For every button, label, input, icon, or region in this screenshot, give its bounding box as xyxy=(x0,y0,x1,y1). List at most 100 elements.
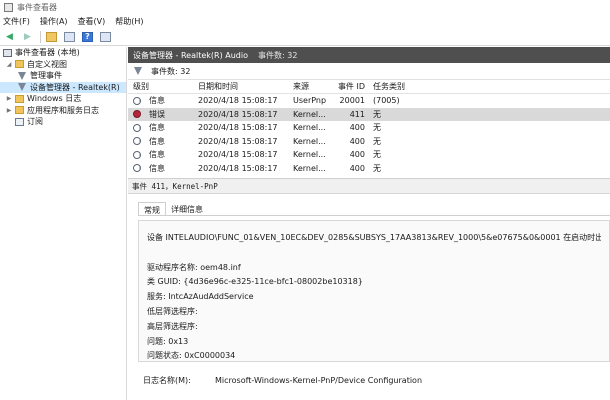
info-icon: i xyxy=(133,150,141,159)
folder-icon xyxy=(15,106,24,115)
event-viewer-icon xyxy=(3,48,12,57)
row-task: 无 xyxy=(373,109,381,119)
tree-item-label: 设备管理器 - Realtek(R) xyxy=(30,82,120,92)
main-header: 设备管理器 - Realtek(R) Audio 事件数: 32 xyxy=(128,47,610,63)
tree-item-subscriptions[interactable]: 订阅 xyxy=(0,116,126,128)
row-level: 错误 xyxy=(149,109,165,119)
row-datetime: 2020/4/18 15:08:17 xyxy=(198,150,278,160)
row-datetime: 2020/4/18 15:08:17 xyxy=(198,136,278,146)
tab-general[interactable]: 常规 xyxy=(138,202,166,216)
tree-item-label: 自定义视图 xyxy=(27,59,67,69)
row-task: 无 xyxy=(373,163,381,173)
row-datetime: 2020/4/18 15:08:17 xyxy=(198,123,278,133)
folder-icon xyxy=(15,60,24,69)
tree-item-label: 管理事件 xyxy=(30,71,62,81)
table-header: 级别 日期和时间 来源 事件 ID 任务类别 xyxy=(128,80,610,94)
tree-item-label: 订阅 xyxy=(27,117,43,127)
desc-line: 高层筛选程序: xyxy=(147,321,198,331)
desc-line: 类 GUID: {4d36e96c-e325-11ce-bfc1-08002be… xyxy=(147,277,363,287)
table-row[interactable]: ! 错误 2020/4/18 15:08:17 Kernel... 411 无 xyxy=(128,107,610,121)
error-icon: ! xyxy=(133,110,141,119)
title-bar: 事件查看器 xyxy=(0,0,610,14)
row-datetime: 2020/4/18 15:08:17 xyxy=(198,96,278,106)
forward-arrow-icon[interactable]: ▶ xyxy=(21,30,34,43)
desc-line xyxy=(147,246,601,261)
menu-action[interactable]: 操作(A) xyxy=(40,16,68,27)
event-detail-header: 事件 411，Kernel-PnP xyxy=(128,179,610,194)
row-task: 无 xyxy=(373,123,381,133)
col-level[interactable]: 级别 xyxy=(128,81,193,92)
row-source: Kernel... xyxy=(293,163,326,173)
tree-root[interactable]: 事件查看器 (本地) xyxy=(0,47,126,59)
filter-icon xyxy=(18,83,26,92)
tab-details[interactable]: 详细信息 xyxy=(166,202,208,216)
row-level: 信息 xyxy=(149,150,165,160)
row-task: 无 xyxy=(373,136,381,146)
subscription-icon xyxy=(15,117,24,126)
row-event-id: 400 xyxy=(349,150,365,160)
expand-arrow-icon[interactable]: ◢ xyxy=(5,61,13,68)
menu-bar: 文件(F) 操作(A) 查看(V) 帮助(H) xyxy=(0,14,610,28)
row-datetime: 2020/4/18 15:08:17 xyxy=(198,163,278,173)
row-source: Kernel... xyxy=(293,150,326,160)
info-icon: i xyxy=(133,123,141,132)
toolbar-separator xyxy=(40,30,41,43)
tree-root-label: 事件查看器 (本地) xyxy=(15,48,80,58)
row-event-id: 411 xyxy=(349,109,365,119)
table-row[interactable]: i 信息 2020/4/18 15:08:17 UserPnp 20001 (70… xyxy=(128,94,610,108)
back-arrow-icon[interactable]: ◀ xyxy=(3,30,16,43)
filter-bar: 事件数: 32 xyxy=(128,63,610,80)
detail-tabs: 常规 详细信息 xyxy=(138,201,208,216)
row-event-id: 400 xyxy=(349,123,365,133)
filter-icon[interactable] xyxy=(134,67,142,75)
event-count: 事件数: 32 xyxy=(258,50,298,60)
row-level: 信息 xyxy=(149,96,165,106)
table-row[interactable]: i 信息 2020/4/18 15:08:17 Kernel... 400 无 xyxy=(128,135,610,149)
tree-item-windows-logs[interactable]: ▶ Windows 日志 xyxy=(0,93,126,105)
row-event-id: 20001 xyxy=(339,96,365,106)
col-datetime[interactable]: 日期和时间 xyxy=(193,81,288,92)
info-icon: i xyxy=(133,96,141,105)
desc-line: 服务: IntcAzAudAddService xyxy=(147,292,254,302)
tree-item-device-manager-realtek[interactable]: 设备管理器 - Realtek(R) xyxy=(0,81,126,93)
event-description[interactable]: 设备 INTELAUDIO\FUNC_01&VEN_10EC&DEV_0285&… xyxy=(138,220,610,362)
menu-file[interactable]: 文件(F) xyxy=(3,16,30,27)
collapse-arrow-icon[interactable]: ▶ xyxy=(5,107,13,114)
filter-icon xyxy=(18,71,26,80)
row-level: 信息 xyxy=(149,136,165,146)
desc-line: 问题: 0x13 xyxy=(147,336,189,346)
help-icon[interactable]: ? xyxy=(81,30,94,43)
collapse-arrow-icon[interactable]: ▶ xyxy=(5,95,13,102)
navigation-tree: 事件查看器 (本地) ◢ 自定义视图 管理事件 设备管理器 - Realtek(… xyxy=(0,47,127,400)
table-row[interactable]: i 信息 2020/4/18 15:08:17 Kernel... 400 无 xyxy=(128,148,610,162)
log-name-value: Microsoft-Windows-Kernel-PnP/Device Conf… xyxy=(215,376,423,385)
tree-item-app-service-logs[interactable]: ▶ 应用程序和服务日志 xyxy=(0,105,126,117)
row-task: (7005) xyxy=(373,96,400,106)
menu-help[interactable]: 帮助(H) xyxy=(115,16,143,27)
folder-icon[interactable] xyxy=(45,30,58,43)
log-name-label: 日志名称(M): xyxy=(143,376,191,385)
col-event-id[interactable]: 事件 ID xyxy=(330,81,368,92)
info-icon: i xyxy=(133,137,141,146)
table-row[interactable]: i 信息 2020/4/18 15:08:17 Kernel... 400 无 xyxy=(128,162,610,176)
tree-item-custom-views[interactable]: ◢ 自定义视图 xyxy=(0,59,126,71)
tree-item-admin-events[interactable]: 管理事件 xyxy=(0,70,126,82)
panel-icon[interactable] xyxy=(99,30,112,43)
row-event-id: 400 xyxy=(349,136,365,146)
row-source: UserPnp xyxy=(293,96,327,106)
tree-item-label: 应用程序和服务日志 xyxy=(27,105,99,115)
col-task[interactable]: 任务类别 xyxy=(368,81,408,92)
table-row[interactable]: i 信息 2020/4/18 15:08:17 Kernel... 400 无 xyxy=(128,121,610,135)
toolbar: ◀ ▶ ? xyxy=(0,28,610,46)
desc-line: 驱动程序名称: oem48.inf xyxy=(147,262,241,272)
window-title: 事件查看器 xyxy=(17,2,57,12)
col-source[interactable]: 来源 xyxy=(288,81,330,92)
main-pane: 设备管理器 - Realtek(R) Audio 事件数: 32 事件数: 32… xyxy=(128,47,610,400)
row-source: Kernel... xyxy=(293,109,326,119)
tree-item-label: Windows 日志 xyxy=(27,94,82,104)
properties-icon[interactable] xyxy=(63,30,76,43)
event-viewer-app-icon xyxy=(4,2,13,12)
menu-view[interactable]: 查看(V) xyxy=(78,16,106,27)
row-level: 信息 xyxy=(149,163,165,173)
filter-count: 事件数: 32 xyxy=(151,66,191,76)
